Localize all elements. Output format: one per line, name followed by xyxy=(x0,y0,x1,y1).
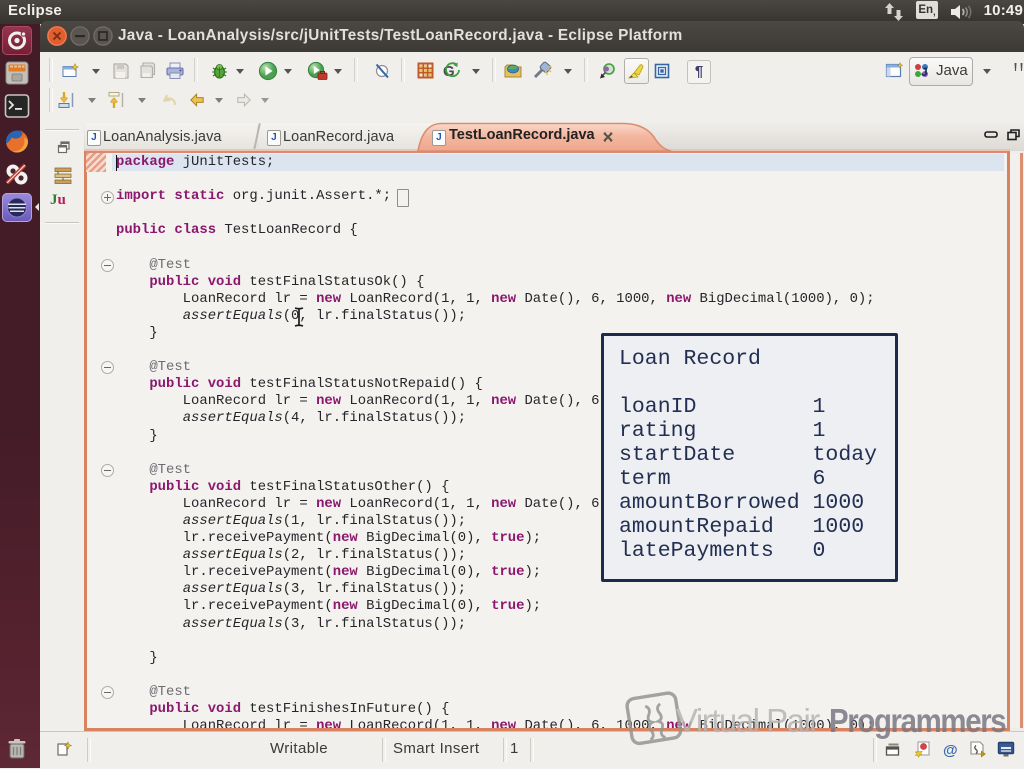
svg-text:J: J xyxy=(921,65,928,79)
svg-text:G: G xyxy=(443,63,455,80)
